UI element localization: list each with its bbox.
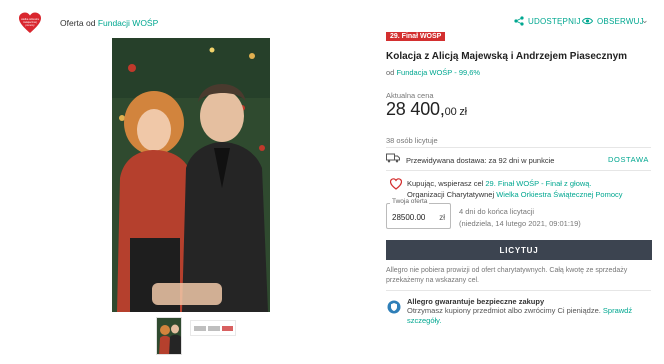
charity-info: Kupując, wspierasz cel 29. Finał WOŚP - … (407, 178, 647, 200)
share-label: UDOSTĘPNIJ (528, 16, 581, 26)
divider (386, 147, 651, 148)
offer-title: Kolacja z Alicją Majewską i Andrzejem Pi… (386, 51, 628, 62)
divider (386, 170, 651, 171)
bid-currency: zł (439, 213, 445, 222)
thumbnail-banner[interactable] (190, 320, 236, 336)
bid-field-label: Twoja oferta (390, 198, 430, 205)
shield-icon (387, 300, 401, 314)
bid-amount-field[interactable]: Twoja oferta 28500.00 zł (386, 198, 451, 229)
auction-end-info: 4 dni do końca licytacji (niedziela, 14 … (459, 206, 581, 230)
eye-icon (582, 17, 593, 25)
auction-days-left: 4 dni do końca licytacji (459, 207, 535, 216)
guarantee-description: Otrzymasz kupiony przedmiot albo zwrócim… (407, 306, 601, 315)
bid-button[interactable]: LICYTUJ (386, 240, 652, 260)
offer-by: Oferta od Fundacji WOŚP (60, 18, 158, 28)
charity-goal-link[interactable]: 29. Finał WOŚP - Finał z głową. (485, 179, 591, 188)
foundation-link[interactable]: Fundacji WOŚP (98, 18, 158, 28)
observe-button[interactable]: OBSERWUJ (582, 16, 644, 26)
bidders-count: 38 osób licytuje (386, 136, 438, 145)
bid-input[interactable]: 28500.00 (392, 213, 425, 222)
delivery-link[interactable]: DOSTAWA (608, 155, 649, 164)
thumbnail-illustration (157, 318, 181, 354)
current-price: 28 400,00 zł (386, 99, 467, 120)
guarantee-title: Allegro gwarantuje bezpieczne zakupy (407, 297, 545, 306)
price-cents: 00 zł (444, 106, 467, 118)
charity-text-1: Kupując, wspierasz cel (407, 179, 484, 188)
price-main: 28 400, (386, 99, 445, 119)
divider (386, 290, 651, 291)
finale-badge[interactable]: 29. Finał WOŚP (386, 32, 446, 41)
offer-main-photo[interactable] (112, 38, 270, 312)
share-icon (514, 16, 524, 26)
thumbnail-photo[interactable] (156, 317, 182, 355)
auction-end-date: (niedziela, 14 lutego 2021, 09:01:19) (459, 219, 581, 228)
offer-by-prefix: Oferta od (60, 18, 96, 28)
wosp-heart-logo[interactable]: wielka orkiestra świątecznej pomocy (18, 11, 42, 35)
delivery-estimate: Przewidywana dostawa: za 92 dni w punkci… (406, 156, 555, 165)
svg-text:pomocy: pomocy (25, 24, 35, 27)
truck-icon (386, 153, 400, 163)
share-button[interactable]: UDOSTĘPNIJ (514, 16, 581, 26)
observe-label: OBSERWUJ (597, 16, 644, 26)
commission-note: Allegro nie pobiera prowizji od ofert ch… (386, 267, 628, 284)
seller-link[interactable]: Fundacja WOŚP - 99,6% (396, 68, 480, 77)
guarantee-text: Otrzymasz kupiony przedmiot albo zwrócim… (407, 306, 652, 326)
heart-icon (390, 178, 402, 190)
banner-illustration (194, 326, 233, 331)
seller-prefix: od (386, 68, 395, 77)
photo-illustration (112, 38, 270, 312)
seller-line: od Fundacja WOŚP - 99,6% (386, 68, 480, 77)
chevron-down-icon[interactable]: ⌄ (641, 15, 649, 26)
charity-org-link[interactable]: Wielka Orkiestra Świątecznej Pomocy (496, 190, 622, 199)
